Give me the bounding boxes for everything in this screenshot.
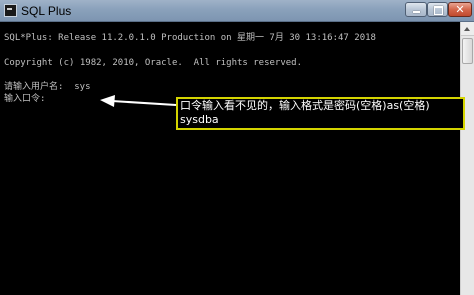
minimize-button[interactable] [405, 2, 427, 17]
annotation-text-line2: sysdba [180, 113, 219, 126]
scroll-up-arrow-icon[interactable] [461, 22, 474, 36]
console-line-username-prompt: 请输入用户名: sys [4, 82, 91, 92]
console-area[interactable]: SQL*Plus: Release 11.2.0.1.0 Production … [0, 22, 460, 295]
sqlplus-window: SQL Plus ✕ SQL*Plus: Release 11.2.0.1.0 … [0, 0, 474, 295]
close-button[interactable]: ✕ [448, 2, 472, 17]
annotation-text-line1: 口令输入看不见的，输入格式是密码(空格)as(空格) [180, 99, 430, 112]
scroll-thumb[interactable] [462, 38, 473, 64]
console-line-copyright: Copyright (c) 1982, 2010, Oracle. All ri… [4, 58, 303, 68]
console-line-password-prompt: 输入口令: [4, 94, 46, 104]
title-bar[interactable]: SQL Plus ✕ [0, 0, 474, 22]
window-title: SQL Plus [21, 4, 72, 18]
console-line-banner: SQL*Plus: Release 11.2.0.1.0 Production … [4, 33, 376, 43]
close-icon: ✕ [455, 3, 465, 16]
vertical-scrollbar[interactable] [460, 22, 474, 295]
sqlplus-console-icon[interactable] [4, 4, 17, 17]
annotation-callout: 口令输入看不见的，输入格式是密码(空格)as(空格) sysdba [176, 97, 465, 130]
maximize-button[interactable] [427, 2, 448, 17]
